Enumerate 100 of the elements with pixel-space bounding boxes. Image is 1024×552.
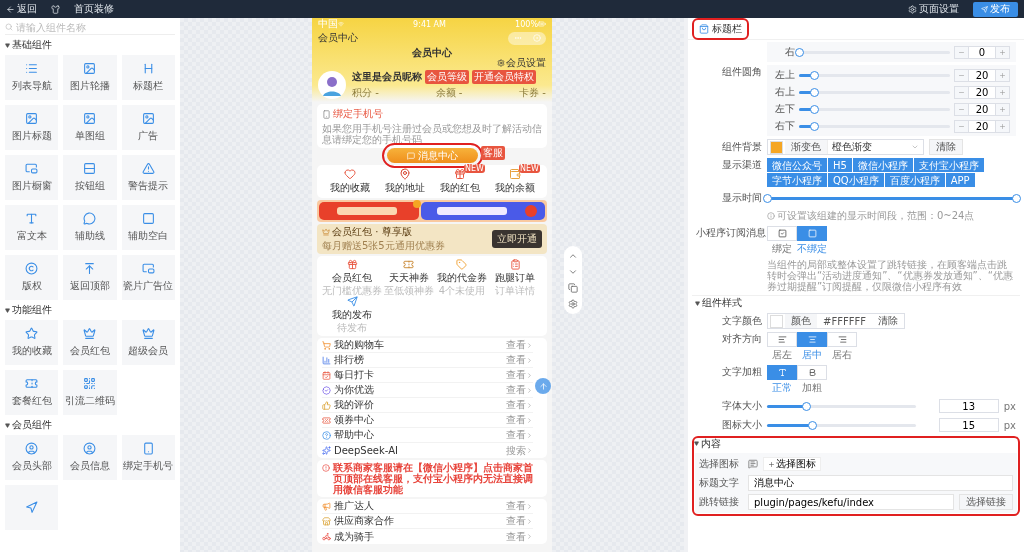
component-tile[interactable]: 单图组 xyxy=(63,105,117,150)
menu-row[interactable]: 帮助中心 查看 xyxy=(322,428,533,443)
component-tile[interactable]: 辅助空白 xyxy=(121,205,175,250)
copy-button[interactable] xyxy=(568,283,578,293)
service-item[interactable]: 我的发布 待发布 xyxy=(322,296,382,333)
component-tile[interactable]: 绑定手机号 xyxy=(121,435,175,480)
component-tile[interactable]: 超级会员 xyxy=(121,320,175,365)
slider-thumb[interactable] xyxy=(801,401,811,411)
group-title: 会员组件 xyxy=(12,418,52,432)
component-tile[interactable]: 会员头部 xyxy=(5,435,59,480)
component-tile[interactable]: 返回顶部 xyxy=(63,255,117,300)
slider-thumb[interactable] xyxy=(810,70,820,80)
plus-icon xyxy=(768,460,775,468)
component-tile[interactable]: 列表导航 xyxy=(5,55,59,100)
settings-button[interactable] xyxy=(568,299,578,309)
slider-thumb[interactable] xyxy=(795,47,804,57)
panel-title: 标题栏 xyxy=(694,19,747,38)
component-tile[interactable]: 富文本 xyxy=(5,205,59,250)
cart-icon xyxy=(322,340,331,350)
number-stepper[interactable]: 20 xyxy=(954,102,1010,116)
component-tile[interactable]: 版权 xyxy=(5,255,59,300)
number-stepper[interactable]: 0 xyxy=(954,45,1010,59)
gift-icon xyxy=(453,168,466,180)
number-input[interactable]: 20 xyxy=(968,86,996,98)
image-icon xyxy=(83,62,97,75)
slider-thumb[interactable] xyxy=(810,104,820,114)
color-picker[interactable]: 颜色 #FFFFFF 清除 xyxy=(767,313,905,329)
settings-link[interactable]: 会员设置 xyxy=(497,56,546,70)
choose-icon-button[interactable]: 选择图标 xyxy=(763,457,821,471)
shortcut-item[interactable]: 我的收藏 xyxy=(322,168,377,195)
component-tile[interactable]: 图片橱窗 xyxy=(5,155,59,200)
shortcut-item[interactable]: 我的地址 xyxy=(377,168,432,195)
menu-row[interactable]: 我的购物车 查看 xyxy=(322,338,533,353)
component-tile[interactable]: 广告 xyxy=(121,105,175,150)
align-right-icon xyxy=(837,335,847,344)
number-input[interactable]: 0 xyxy=(968,46,996,58)
group-title: 基础组件 xyxy=(12,38,52,52)
component-tile[interactable]: 我的收藏 xyxy=(5,320,59,365)
number-stepper[interactable]: 20 xyxy=(954,68,1010,82)
slider-thumb[interactable] xyxy=(810,121,820,131)
option-label: 加粗 xyxy=(802,381,822,395)
component-tile[interactable]: 标题栏 xyxy=(121,55,175,100)
field-label: 选择图标 xyxy=(699,457,740,471)
component-tile[interactable]: 会员信息 xyxy=(63,435,117,480)
number-input[interactable]: 20 xyxy=(968,120,996,132)
menu-row[interactable]: 每日打卡 查看 xyxy=(322,368,533,383)
field-label: 标题文字 xyxy=(699,476,740,490)
service-item[interactable]: 会员红包 无门槛优惠券 xyxy=(322,259,382,296)
field-label: 组件背景 xyxy=(721,140,762,154)
clear-button[interactable]: 清除 xyxy=(929,139,963,155)
component-tile[interactable]: 套餐红包 xyxy=(5,370,59,415)
star-icon xyxy=(25,327,39,340)
choose-link-button[interactable]: 选择链接 xyxy=(959,494,1013,510)
shirt-icon xyxy=(51,4,60,14)
menu-row[interactable]: 为你优选 查看 xyxy=(322,383,533,398)
color-picker[interactable]: 渐变色 橙色渐变 xyxy=(767,139,924,155)
option-button[interactable] xyxy=(797,226,827,241)
option-button[interactable] xyxy=(767,365,797,380)
move-down-button[interactable] xyxy=(568,267,578,277)
move-up-button[interactable] xyxy=(568,251,578,261)
component-tile[interactable]: 瓷片广告位 xyxy=(121,255,175,300)
page-settings-link[interactable]: 页面设置 xyxy=(908,2,959,16)
number-input[interactable]: 20 xyxy=(968,69,996,81)
open-vip-button[interactable]: 立即开通 xyxy=(492,230,542,248)
link-input[interactable]: plugin/pages/kefu/index xyxy=(748,494,954,510)
menu-row[interactable]: 领券中心 查看 xyxy=(322,413,533,428)
number-input[interactable]: 13 xyxy=(938,399,999,413)
component-tile[interactable]: 图片轮播 xyxy=(63,55,117,100)
slider-thumb[interactable] xyxy=(763,193,772,203)
slider-thumb[interactable] xyxy=(810,87,820,97)
component-tile[interactable] xyxy=(5,485,59,530)
slider-label: 左上 xyxy=(774,68,795,82)
number-input[interactable]: 15 xyxy=(938,418,999,432)
number-stepper[interactable]: 20 xyxy=(954,85,1010,99)
component-tile[interactable]: 图片标题 xyxy=(5,105,59,150)
slider-label: 右下 xyxy=(774,119,795,133)
menu-row[interactable]: 成为骑手 查看 xyxy=(322,529,533,544)
back-link[interactable]: 返回 xyxy=(6,2,37,16)
component-tile[interactable]: 会员红包 xyxy=(63,320,117,365)
slider-thumb[interactable] xyxy=(807,420,817,430)
component-tile[interactable]: 引流二维码 xyxy=(63,370,117,415)
service-item[interactable]: 天天神券 至低领神券 xyxy=(382,259,436,296)
back-to-top-button[interactable] xyxy=(535,378,551,394)
option-button[interactable] xyxy=(797,332,827,347)
component-tile[interactable]: 辅助线 xyxy=(63,205,117,250)
title-input[interactable]: 消息中心 xyxy=(748,475,1013,491)
menu-row[interactable]: 供应商家合作 查看 xyxy=(322,514,533,529)
slider-track[interactable] xyxy=(767,423,916,427)
component-tile[interactable]: 警告提示 xyxy=(121,155,175,200)
menu-row[interactable]: DeepSeek-AI 搜索 xyxy=(322,443,533,458)
slider-thumb[interactable] xyxy=(1012,193,1021,203)
unit-label: px xyxy=(1003,419,1016,431)
notice-text: 联系商家客服请在【微信小程序】点击商家首页顶部在线客服，支付宝小程序内无法直接调用微信客服功能 xyxy=(333,462,534,495)
component-tile[interactable]: 按钮组 xyxy=(63,155,117,200)
menu-row[interactable]: 推广达人 查看 xyxy=(322,499,533,514)
menu-row[interactable]: 排行榜 查看 xyxy=(322,353,533,368)
number-input[interactable]: 20 xyxy=(968,103,996,115)
menu-row[interactable]: 我的评价 查看 xyxy=(322,398,533,413)
slider-track[interactable] xyxy=(767,404,916,408)
number-stepper[interactable]: 20 xyxy=(954,119,1010,133)
